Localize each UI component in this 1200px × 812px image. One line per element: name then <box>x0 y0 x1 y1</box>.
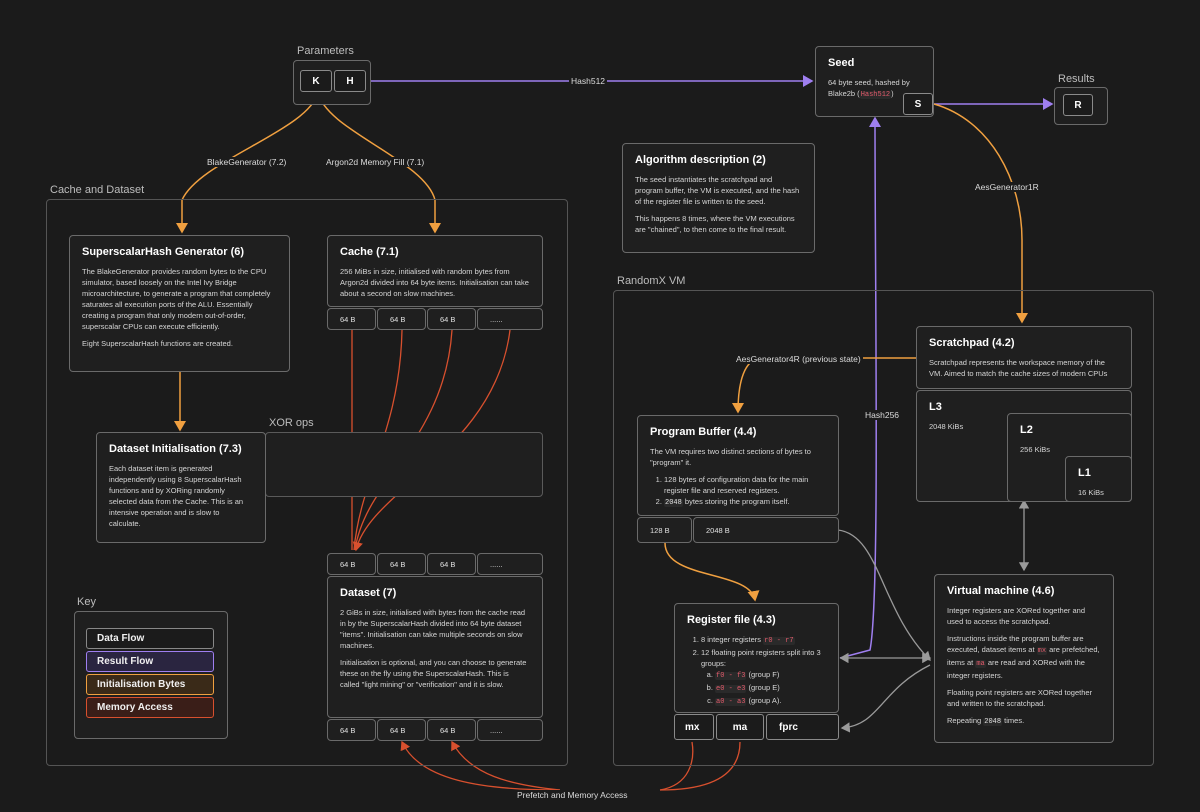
superscalar-title: SuperscalarHash Generator (6) <box>82 246 245 258</box>
program-buffer-cell-2048: 2048 B <box>693 517 839 543</box>
xor-ops-box <box>265 432 543 497</box>
vm-p4a: Repeating <box>947 716 984 725</box>
algorithm-title: Algorithm description (2) <box>635 154 766 166</box>
register-li2-text: 12 floating point registers split into 3… <box>701 648 821 668</box>
seed-code: Hash512 <box>859 91 892 99</box>
cache-cell: 64 B <box>427 308 476 330</box>
dataset-box: Dataset (7) 2 GiBs in size, initialised … <box>327 576 543 718</box>
register-ma: ma <box>716 714 764 740</box>
vm-p4b: times. <box>1002 716 1025 725</box>
scratchpad-p1: Scratchpad represents the workspace memo… <box>929 358 1108 378</box>
dataset-cell: 64 B <box>377 553 426 575</box>
dataset-cell: 64 B <box>327 719 376 741</box>
dataset-cell: 64 B <box>327 553 376 575</box>
param-h[interactable]: H <box>334 70 366 92</box>
cache-dataset-label: Cache and Dataset <box>50 184 145 196</box>
l2-title: L2 <box>1020 424 1033 436</box>
seed-line2-prefix: Blake2b ( <box>828 89 860 98</box>
scratchpad-title: Scratchpad (4.2) <box>929 337 1015 349</box>
label-blake-generator: BlakeGenerator (7.2) <box>205 157 289 167</box>
superscalar-box: SuperscalarHash Generator (6) The BlakeG… <box>69 235 290 372</box>
program-buffer-title: Program Buffer (4.4) <box>650 426 757 438</box>
seed-title: Seed <box>828 57 855 69</box>
dataset-cell: ...... <box>477 553 543 575</box>
cache-p1: 256 MiBs in size, initialised with rando… <box>340 267 529 298</box>
register-b-text: (group E) <box>746 683 780 692</box>
vm-code-2048: 2048 <box>983 718 1003 726</box>
register-a-text: (group F) <box>746 670 780 679</box>
program-buffer-li2: 2048 bytes storing the program itself. <box>664 496 826 509</box>
vm-code-ma: ma <box>975 660 986 668</box>
program-buffer-box: Program Buffer (4.4) The VM requires two… <box>637 415 839 516</box>
algorithm-p2: This happens 8 times, where the VM execu… <box>635 214 795 234</box>
xor-ops-label: XOR ops <box>269 417 314 429</box>
algorithm-box: Algorithm description (2) The seed insta… <box>622 143 815 253</box>
vm-code-mx: mx <box>1036 647 1048 655</box>
key-init-bytes: Initialisation Bytes <box>86 674 214 695</box>
superscalar-p1: The BlakeGenerator provides random bytes… <box>82 267 271 331</box>
scratchpad-box: Scratchpad (4.2) Scratchpad represents t… <box>916 326 1132 389</box>
dataset-init-title: Dataset Initialisation (7.3) <box>109 443 242 455</box>
register-li1-code: r0 - r7 <box>763 637 795 645</box>
register-file-box: Register file (4.3) 8 integer registers … <box>674 603 839 713</box>
key-memory-access: Memory Access <box>86 697 214 718</box>
vm-p1: Integer registers are XORed together and… <box>947 606 1085 626</box>
program-buffer-code: 2048 <box>664 499 683 507</box>
dataset-init-box: Dataset Initialisation (7.3) Each datase… <box>96 432 266 543</box>
key-result-flow: Result Flow <box>86 651 214 672</box>
program-buffer-li1: 128 bytes of configuration data for the … <box>664 474 826 496</box>
seed-s[interactable]: S <box>903 93 933 115</box>
scratchpad-l1: L1 16 KiBs <box>1065 456 1132 502</box>
cache-cell: ...... <box>477 308 543 330</box>
register-b-code: e0 - e3 <box>715 685 747 693</box>
superscalar-p2: Eight SuperscalarHash functions are crea… <box>82 339 233 348</box>
dataset-cell: ...... <box>477 719 543 741</box>
cache-cell: 64 B <box>377 308 426 330</box>
program-buffer-p1: The VM requires two distinct sections of… <box>650 447 811 467</box>
dataset-cell: 64 B <box>427 553 476 575</box>
label-prefetch: Prefetch and Memory Access <box>515 790 630 800</box>
dataset-p2: Initialisation is optional, and you can … <box>340 658 527 689</box>
label-hash512: Hash512 <box>569 76 608 86</box>
register-c-code: a0 - a3 <box>715 698 747 706</box>
results-label: Results <box>1058 73 1095 85</box>
dataset-cell: 64 B <box>377 719 426 741</box>
register-a-code: f0 - f3 <box>715 672 747 680</box>
register-c-text: (group A). <box>746 696 782 705</box>
virtual-machine-box: Virtual machine (4.6) Integer registers … <box>934 574 1114 743</box>
key-data-flow: Data Flow <box>86 628 214 649</box>
label-argon2d: Argon2d Memory Fill (7.1) <box>324 157 427 167</box>
register-fprc: fprc <box>766 714 839 740</box>
label-aes1r: AesGenerator1R <box>973 182 1041 192</box>
algorithm-p1: The seed instantiates the scratchpad and… <box>635 175 800 206</box>
vm-title: Virtual machine (4.6) <box>947 585 1055 597</box>
vm-p3: Floating point registers are XORed toget… <box>947 688 1093 708</box>
l1-size: 16 KiBs <box>1078 488 1104 497</box>
register-file-title: Register file (4.3) <box>687 614 776 626</box>
key-label: Key <box>77 596 96 608</box>
parameters-label: Parameters <box>297 45 354 57</box>
result-r[interactable]: R <box>1063 94 1093 116</box>
seed-line2-suffix: ) <box>891 89 894 98</box>
register-li1-text: 8 integer registers <box>701 635 764 644</box>
dataset-cell: 64 B <box>427 719 476 741</box>
param-k[interactable]: K <box>300 70 332 92</box>
cache-cell: 64 B <box>327 308 376 330</box>
seed-line1: 64 byte seed, hashed by <box>828 78 910 87</box>
dataset-p1: 2 GiBs in size, initialised with bytes f… <box>340 608 526 650</box>
cache-box: Cache (7.1) 256 MiBs in size, initialise… <box>327 235 543 307</box>
program-buffer-cell-128: 128 B <box>637 517 692 543</box>
l2-size: 256 KiBs <box>1020 445 1051 454</box>
l3-title: L3 <box>929 401 942 413</box>
l1-title: L1 <box>1078 467 1091 479</box>
vm-group-label: RandomX VM <box>617 275 686 287</box>
program-buffer-li2-text: bytes storing the program itself. <box>682 497 790 506</box>
dataset-title: Dataset (7) <box>340 587 397 599</box>
cache-title: Cache (7.1) <box>340 246 399 258</box>
register-mx: mx <box>674 714 714 740</box>
dataset-init-p1: Each dataset item is generated independe… <box>109 464 244 528</box>
